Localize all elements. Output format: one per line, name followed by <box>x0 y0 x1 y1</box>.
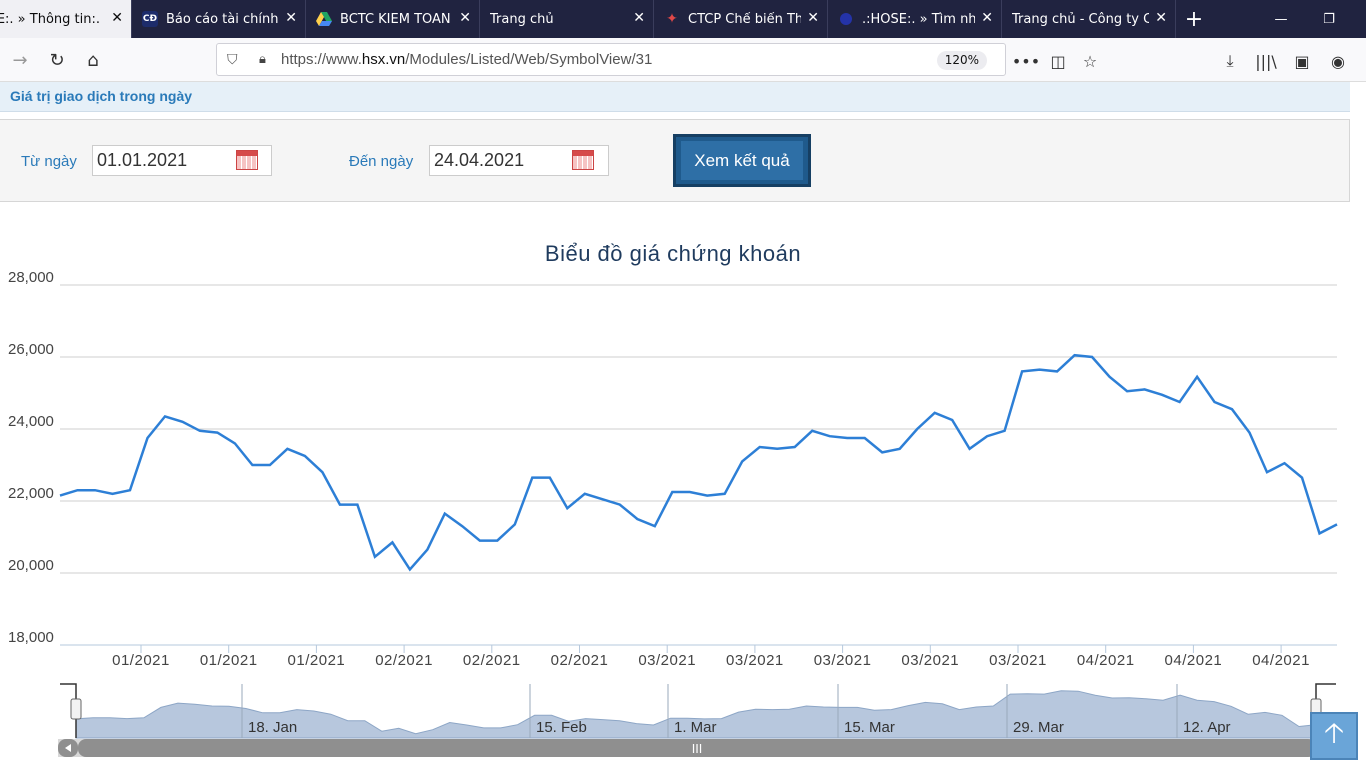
y-tick-label: 28,000 <box>8 269 54 286</box>
range-navigator[interactable]: 18. Jan 15. Feb 1. Mar 15. Mar 29. Mar 12. Ap… <box>58 683 1338 757</box>
x-tick-label: 02/2021 <box>375 652 433 669</box>
x-tick-label: 03/2021 <box>638 652 696 669</box>
navigator-label: 1. Mar <box>674 719 717 736</box>
x-tick-label: 01/2021 <box>112 652 170 669</box>
y-tick-label: 22,000 <box>8 485 54 502</box>
x-tick-label: 02/2021 <box>551 652 609 669</box>
x-tick-label: 03/2021 <box>901 652 959 669</box>
scroll-to-top-arrow-icon[interactable]: 🡡 <box>1310 712 1358 760</box>
price-line[interactable] <box>59 353 1338 572</box>
scrollbar-grip-icon: III <box>692 742 703 756</box>
x-tick-label: 02/2021 <box>463 652 521 669</box>
x-tick-label: 04/2021 <box>1165 652 1223 669</box>
x-tick-label: 03/2021 <box>726 652 784 669</box>
navigator-label: 15. Mar <box>844 719 895 736</box>
price-chart[interactable]: 28,000 26,000 24,000 22,000 20,000 18,000 01/… <box>0 0 1366 768</box>
navigator-handle[interactable] <box>70 698 82 720</box>
navigator-label: 12. Apr <box>1183 719 1231 736</box>
navigator-label: 29. Mar <box>1013 719 1064 736</box>
navigator-label: 15. Feb <box>536 719 587 736</box>
navigator-label: 18. Jan <box>248 719 297 736</box>
y-tick-label: 24,000 <box>8 413 54 430</box>
x-tick-label: 03/2021 <box>989 652 1047 669</box>
x-tick-label: 04/2021 <box>1252 652 1310 669</box>
y-tick-label: 18,000 <box>8 629 54 646</box>
x-tick-label: 01/2021 <box>288 652 346 669</box>
y-tick-label: 26,000 <box>8 341 54 358</box>
x-tick-label: 03/2021 <box>814 652 872 669</box>
x-tick-label: 01/2021 <box>200 652 258 669</box>
x-tick-label: 04/2021 <box>1077 652 1135 669</box>
y-tick-label: 20,000 <box>8 557 54 574</box>
